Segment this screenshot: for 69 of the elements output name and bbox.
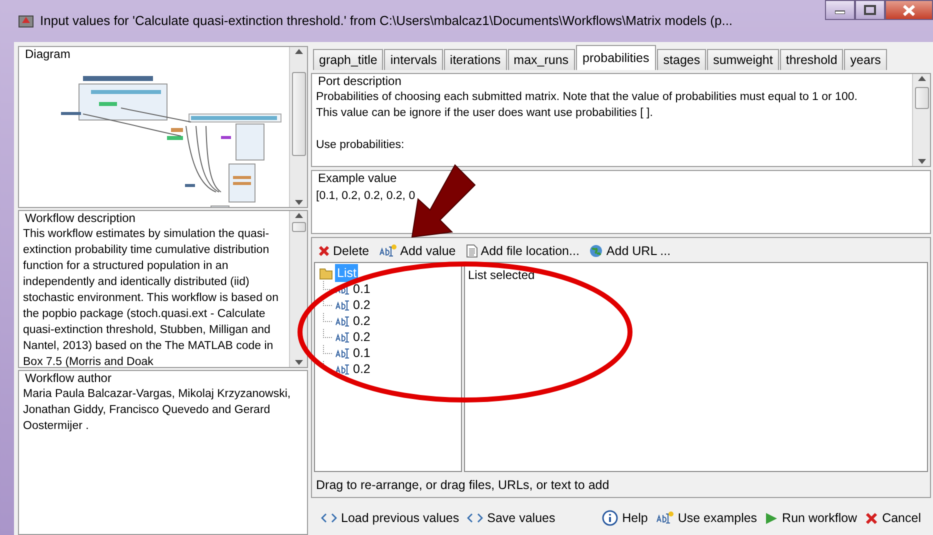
tab[interactable]: max_runs bbox=[508, 49, 575, 70]
up-arrow-icon[interactable] bbox=[294, 213, 302, 218]
text-value-icon bbox=[335, 347, 351, 359]
app-icon bbox=[18, 13, 34, 29]
tab[interactable]: years bbox=[844, 49, 887, 70]
toolbar-button[interactable]: Add URL ... bbox=[589, 242, 671, 260]
up-arrow-icon[interactable] bbox=[294, 49, 302, 54]
tree-item[interactable]: 0.2 bbox=[353, 360, 370, 378]
maximize-icon bbox=[864, 5, 876, 15]
example-value: [0.1, 0.2, 0.2, 0.2, 0 bbox=[316, 190, 416, 202]
footer-button[interactable]: Help bbox=[602, 508, 648, 528]
up-arrow-icon[interactable] bbox=[918, 76, 926, 81]
angle-brackets-icon bbox=[321, 512, 337, 524]
maximize-button[interactable] bbox=[855, 0, 885, 20]
down-arrow-icon[interactable] bbox=[918, 159, 926, 164]
tree-item[interactable]: 0.1 bbox=[353, 280, 370, 298]
play-icon bbox=[765, 512, 778, 524]
panel-title: Workflow description bbox=[24, 211, 136, 226]
footer-button[interactable]: Cancel bbox=[865, 508, 921, 528]
description-text: Probabilities of choosing each submitted matrix. Note that the value of probabilities must equal to 1 or 100. bbox=[316, 90, 858, 105]
footer-button[interactable]: Run workflow bbox=[765, 508, 858, 528]
tab[interactable]: graph_title bbox=[313, 49, 384, 70]
hint-text: Drag to re-arrange, or drag files, URLs, or text to add bbox=[315, 477, 610, 494]
panel-title: Port description bbox=[317, 74, 402, 89]
footer-button[interactable]: Save values bbox=[467, 508, 556, 528]
globe-icon bbox=[589, 244, 604, 258]
folder-icon bbox=[319, 266, 333, 280]
footer-button[interactable]: Use examples bbox=[656, 508, 758, 528]
info-icon bbox=[602, 510, 618, 526]
toolbar-button[interactable]: Add file location... bbox=[466, 242, 580, 260]
tab[interactable]: probabilities bbox=[576, 45, 656, 70]
toolbar-button[interactable]: Add value bbox=[379, 242, 456, 260]
tree-item[interactable]: 0.2 bbox=[353, 312, 370, 330]
text-value-icon bbox=[335, 331, 351, 343]
down-arrow-icon[interactable] bbox=[294, 360, 302, 365]
tree-item[interactable]: 0.2 bbox=[353, 328, 370, 346]
text-value-icon bbox=[379, 244, 398, 258]
minimize-button[interactable] bbox=[825, 0, 855, 20]
scrollbar-thumb[interactable] bbox=[292, 72, 306, 156]
tab[interactable]: iterations bbox=[444, 49, 507, 70]
description-text: Use probabilities: bbox=[316, 138, 406, 153]
footer-button[interactable]: Load previous values bbox=[321, 508, 460, 528]
text-value-icon bbox=[335, 299, 351, 311]
toolbar-button[interactable]: Delete bbox=[318, 242, 370, 260]
angle-brackets-icon bbox=[467, 512, 484, 524]
tab[interactable]: sumweight bbox=[707, 49, 779, 70]
text-value-icon bbox=[335, 315, 351, 327]
text-value-icon bbox=[656, 511, 674, 525]
detail-text: List selected bbox=[468, 268, 535, 282]
down-arrow-icon[interactable] bbox=[294, 200, 302, 205]
document-icon bbox=[466, 244, 478, 258]
text-value-icon bbox=[335, 363, 351, 375]
author-text: Maria Paula Balcazar-Vargas, Mikolaj Krzyzanowski, Jonathan Giddy, Francisco Quevedo and Gerard Oostermijer . bbox=[23, 387, 292, 434]
tree-item[interactable]: 0.1 bbox=[353, 344, 370, 362]
cross-icon bbox=[318, 245, 330, 257]
scrollbar-thumb[interactable] bbox=[914, 87, 928, 109]
tab[interactable]: threshold bbox=[780, 49, 844, 70]
panel-title: Workflow author bbox=[24, 371, 112, 386]
tree-item[interactable]: 0.2 bbox=[353, 296, 370, 314]
panel-title: Example value bbox=[317, 171, 398, 186]
scrollbar-thumb[interactable] bbox=[292, 222, 306, 232]
window-title: Input values for 'Calculate quasi-extinction threshold.' from C:\Users\mbalcaz1\Documents\Workflows\Matrix models (p... bbox=[40, 12, 733, 30]
close-icon bbox=[902, 4, 916, 16]
close-button[interactable] bbox=[885, 0, 933, 20]
cross-icon bbox=[865, 512, 878, 524]
tab[interactable]: intervals bbox=[384, 49, 443, 70]
tab[interactable]: stages bbox=[657, 49, 706, 70]
panel-title: Diagram bbox=[24, 47, 72, 62]
description-text: This value can be ignore if the user does want use probabilities [ ]. bbox=[316, 106, 654, 121]
